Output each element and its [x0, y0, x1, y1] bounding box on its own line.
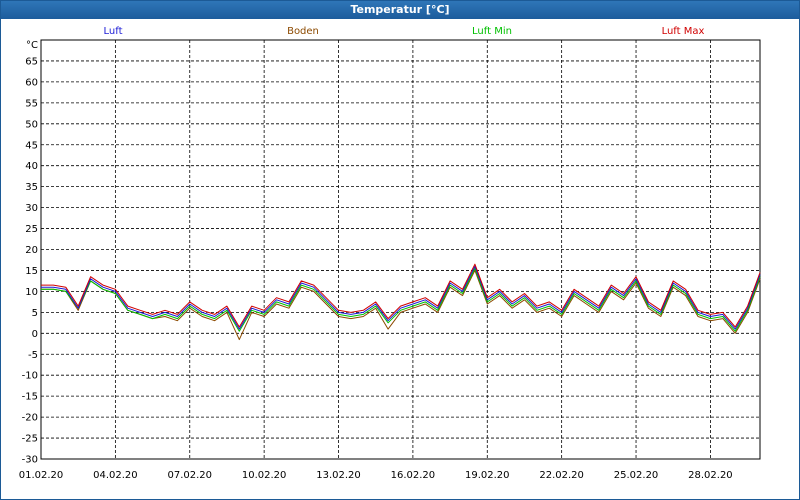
- y-tick-label: 0: [32, 329, 38, 340]
- y-tick-label: 15: [25, 266, 38, 277]
- x-tick-label: 19.02.20: [465, 470, 510, 481]
- y-tick-label: -25: [22, 434, 38, 445]
- y-tick-label: 65: [25, 56, 38, 67]
- y-tick-label: 35: [25, 182, 38, 193]
- y-tick-label: -15: [22, 392, 38, 403]
- y-tick-label: 20: [25, 245, 38, 256]
- legend: Luft Boden Luft Min Luft Max: [104, 26, 705, 37]
- legend-luft-min: Luft Min: [472, 26, 512, 37]
- legend-boden: Boden: [287, 26, 319, 37]
- legend-luft-max: Luft Max: [662, 26, 705, 37]
- y-tick-label: 60: [25, 77, 38, 88]
- y-tick-label: 55: [25, 98, 38, 109]
- grid: [40, 39, 761, 460]
- y-tick-label: 45: [25, 140, 38, 151]
- x-tick-label: 13.02.20: [316, 470, 361, 481]
- y-tick-label: 30: [25, 203, 38, 214]
- x-tick-label: 01.02.20: [19, 470, 64, 481]
- x-tick-label: 16.02.20: [391, 470, 436, 481]
- x-tick-label: 04.02.20: [93, 470, 138, 481]
- y-tick-label: -5: [28, 350, 38, 361]
- y-tick-label: 50: [25, 119, 38, 130]
- x-tick-label: 10.02.20: [242, 470, 287, 481]
- temperature-chart: -30 -25 -20 -15 -10 -5 0 5 10 15 20 25 30 35 40 45 50 55 6…: [19, 26, 761, 481]
- y-tick-label: 5: [32, 308, 38, 319]
- legend-luft: Luft: [104, 26, 123, 37]
- y-tick-label: 10: [25, 287, 38, 298]
- y-tick-label: -10: [22, 371, 38, 382]
- x-tick-label: 28.02.20: [688, 470, 733, 481]
- y-tick-label: -30: [22, 455, 38, 466]
- y-axis-label: °C: [26, 40, 38, 51]
- y-tick-label: 40: [25, 161, 38, 172]
- y-tick-label: -20: [22, 413, 38, 424]
- y-axis: -30 -25 -20 -15 -10 -5 0 5 10 15 20 25 30 35 40 45 50 55 6…: [22, 56, 38, 465]
- x-tick-label: 22.02.20: [539, 470, 584, 481]
- x-axis: 01.02.20 04.02.20 07.02.20 10.02.20 13.02.20…: [19, 470, 733, 481]
- x-tick-label: 07.02.20: [167, 470, 212, 481]
- x-tick-label: 25.02.20: [614, 470, 659, 481]
- y-tick-label: 25: [25, 224, 38, 235]
